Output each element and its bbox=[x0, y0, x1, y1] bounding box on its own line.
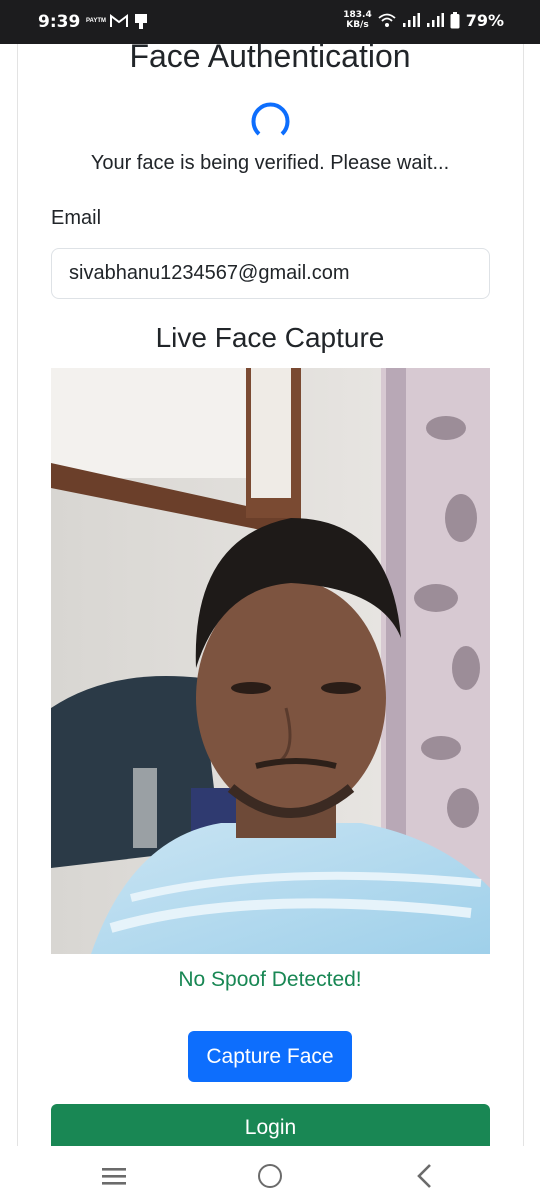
gmail-icon bbox=[110, 14, 128, 27]
signal-icon bbox=[426, 13, 444, 27]
page-title: Face Authentication bbox=[129, 38, 411, 74]
signal-icon bbox=[402, 13, 420, 27]
status-time: 9:39 bbox=[38, 12, 81, 32]
notification-icons: PAYTM bbox=[86, 13, 148, 29]
net-speed-unit: KB/s bbox=[346, 20, 369, 30]
spoof-status: No Spoof Detected! bbox=[178, 968, 362, 991]
status-right: 183.4 KB/s 79% bbox=[343, 10, 504, 30]
email-label: Email bbox=[51, 207, 102, 229]
camera-frame-image bbox=[51, 368, 490, 954]
net-speed-value: 183.4 bbox=[343, 10, 372, 20]
email-field[interactable] bbox=[51, 248, 490, 299]
network-speed: 183.4 KB/s bbox=[343, 10, 371, 30]
camera-feed bbox=[51, 368, 490, 954]
capture-heading: Live Face Capture bbox=[155, 322, 385, 353]
wifi-icon bbox=[378, 13, 396, 27]
battery-percent: 79% bbox=[465, 10, 504, 30]
recents-icon[interactable] bbox=[100, 1166, 128, 1186]
paytm-icon: PAYTM bbox=[86, 18, 107, 24]
sim-icon bbox=[135, 14, 147, 29]
verification-status: Your face is being verified. Please wait… bbox=[90, 152, 450, 174]
system-nav-bar bbox=[0, 1146, 540, 1204]
back-icon[interactable] bbox=[414, 1163, 434, 1189]
capture-face-button[interactable]: Capture Face bbox=[188, 1031, 352, 1082]
loading-spinner-icon bbox=[251, 102, 290, 136]
home-icon[interactable] bbox=[258, 1164, 282, 1188]
battery-icon bbox=[450, 11, 460, 28]
